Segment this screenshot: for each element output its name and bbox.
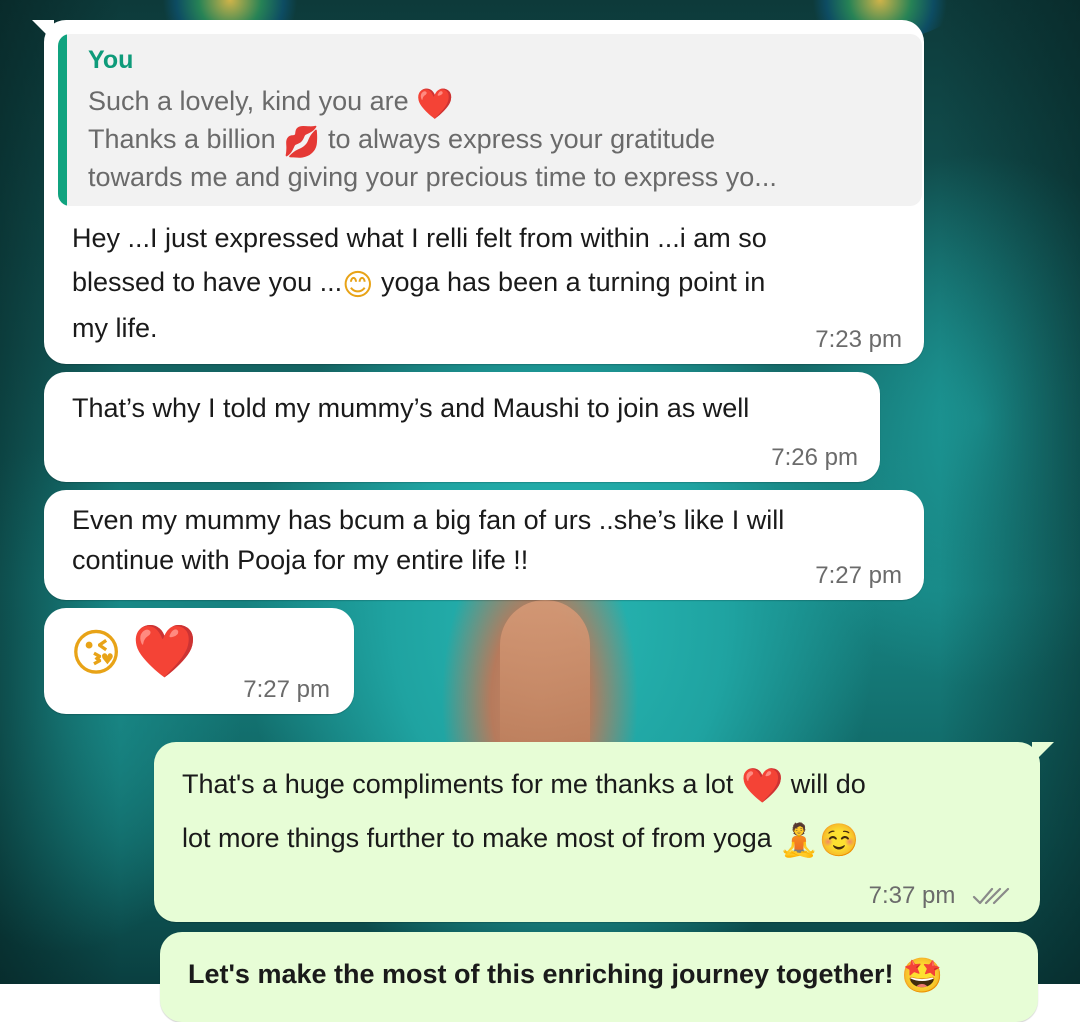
bubble-tail	[1032, 742, 1054, 764]
smiling-face-emoji: 😊	[342, 268, 374, 303]
quoted-message[interactable]: You Such a lovely, kind you are ❤️ Thank…	[58, 34, 922, 206]
message-text: Let's make the most of this enriching jo…	[188, 959, 894, 989]
message-text: Even my mummy has bcum a big fan of urs …	[72, 505, 785, 535]
message-text: That's a huge compliments for me thanks …	[182, 769, 734, 799]
message-text: my life.	[72, 313, 158, 343]
message-bubble-outgoing[interactable]: That's a huge compliments for me thanks …	[154, 742, 1054, 922]
person-meditating-emoji: 🧘	[779, 821, 820, 859]
message-timestamp: 7:23 pm	[815, 326, 902, 353]
message-text: yoga has been a turning point in	[380, 267, 766, 297]
quote-line: Thanks a billion	[88, 124, 276, 154]
double-check-icon	[972, 885, 1010, 914]
message-bubble-outgoing[interactable]: Let's make the most of this enriching jo…	[160, 932, 1038, 1022]
message-text: That’s why I told my mummy’s and Maushi …	[72, 393, 750, 423]
quote-line: Such a lovely, kind you are	[88, 86, 409, 116]
message-timestamp: 7:37 pm	[868, 882, 956, 909]
message-bubble-incoming[interactable]: You Such a lovely, kind you are ❤️ Thank…	[32, 20, 924, 364]
heart-emoji: ❤️	[740, 766, 784, 806]
quote-accent-bar	[58, 34, 67, 206]
message-bubble-incoming[interactable]: 😘 ❤️ 7:27 pm	[44, 608, 354, 714]
kiss-mark-emoji: 💋	[283, 125, 321, 160]
face-blowing-kiss-emoji: 😘	[70, 624, 123, 682]
quote-author: You	[88, 46, 134, 74]
message-text: blessed to have you ...	[72, 267, 343, 297]
heart-emoji: ❤️	[416, 87, 454, 122]
quote-line: to always express your gratitude	[328, 124, 716, 154]
message-text: lot more things further to make most of …	[182, 823, 772, 853]
message-text: will do	[790, 769, 866, 799]
quote-line: towards me and giving your precious time…	[88, 162, 777, 192]
message-bubble-incoming[interactable]: That’s why I told my mummy’s and Maushi …	[44, 372, 880, 482]
message-bubble-incoming[interactable]: Even my mummy has bcum a big fan of urs …	[44, 490, 924, 600]
message-timestamp: 7:27 pm	[815, 562, 902, 589]
bubble-tail	[32, 20, 54, 42]
message-text: continue with Pooja for my entire life !…	[72, 545, 529, 575]
message-text: Hey ...I just expressed what I relli fel…	[72, 223, 767, 253]
message-timestamp: 7:27 pm	[243, 676, 330, 703]
smiling-face-emoji: ☺️	[819, 821, 859, 859]
message-timestamp: 7:26 pm	[771, 444, 858, 471]
star-struck-emoji: 🤩	[901, 956, 944, 996]
heart-emoji: ❤️	[132, 622, 197, 682]
